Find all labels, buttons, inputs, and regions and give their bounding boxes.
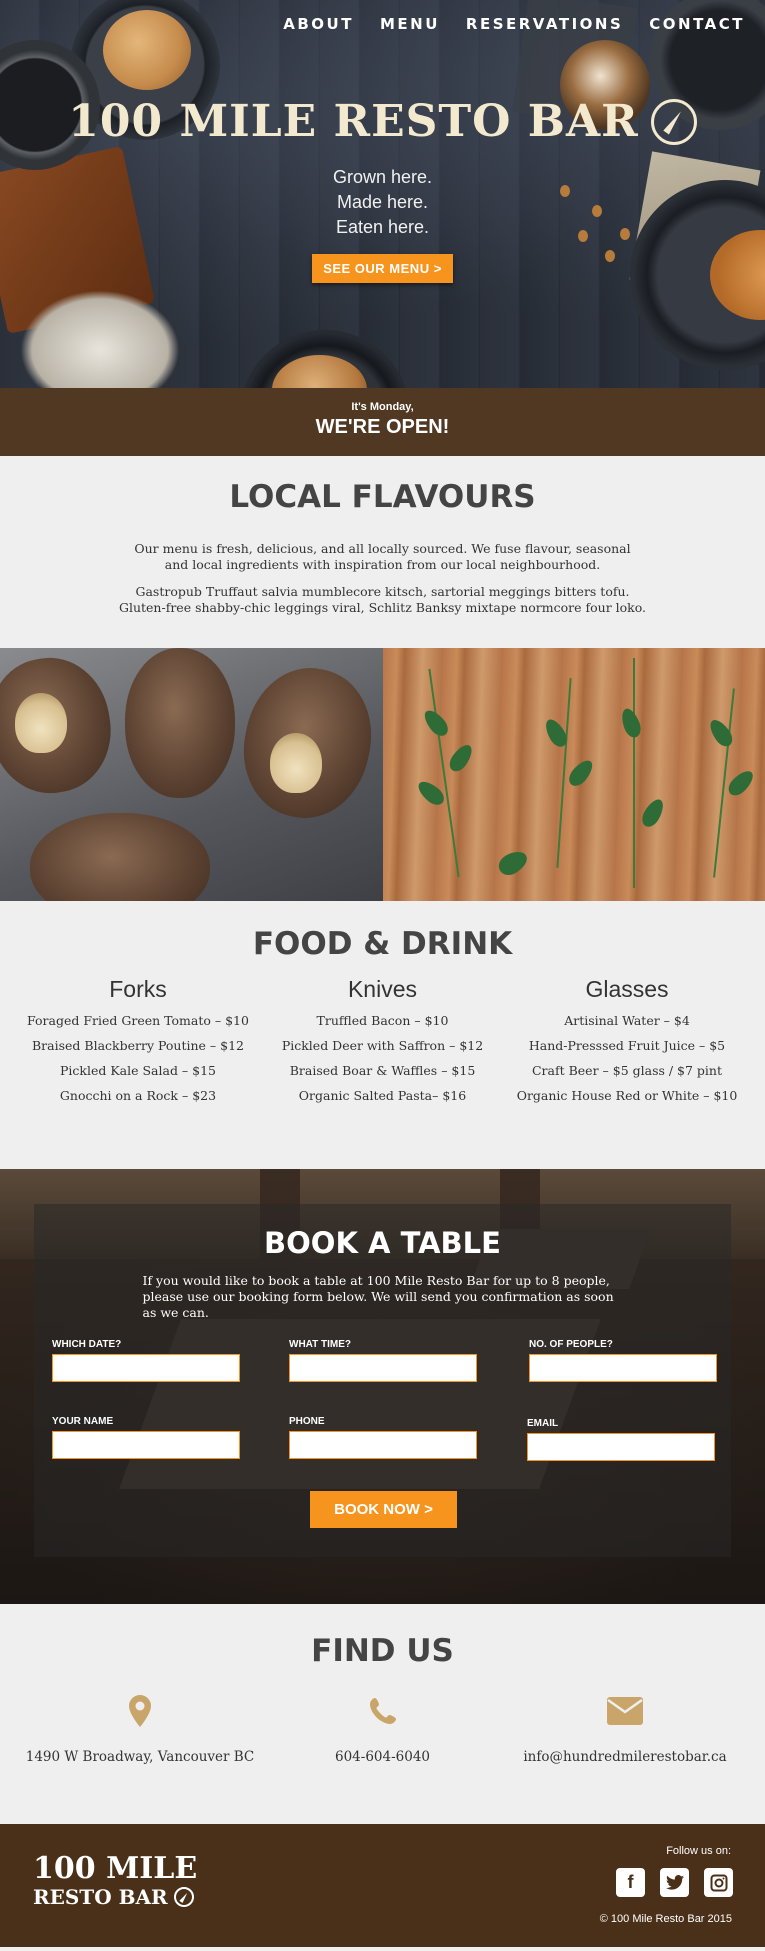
menu-item: Truffled Bacon – $10: [316, 1013, 449, 1028]
compass-icon: [650, 98, 697, 145]
phone-icon: [263, 1691, 503, 1731]
address-column: 1490 W Broadway, Vancouver BC: [20, 1691, 260, 1766]
date-input[interactable]: [52, 1354, 240, 1382]
time-input[interactable]: [289, 1354, 477, 1382]
footer-logo: 100 MILE RESTO BAR: [33, 1854, 197, 1910]
open-status-bar: It's Monday, WE'RE OPEN!: [0, 388, 765, 456]
date-field-group: WHICH DATE?: [52, 1339, 240, 1382]
nav-about[interactable]: ABOUT: [283, 15, 354, 33]
book-table-section: BOOK A TABLE If you would like to book a…: [0, 1169, 765, 1604]
address-text: 1490 W Broadway, Vancouver BC: [25, 1749, 255, 1765]
contact-columns: 1490 W Broadway, Vancouver BC 604-604-60…: [0, 1691, 765, 1766]
map-pin-icon: [20, 1691, 260, 1731]
open-status-text: WE'RE OPEN!: [315, 416, 450, 438]
main-nav: ABOUT MENU RESERVATIONS CONTACT: [283, 15, 745, 33]
menu-item: Braised Boar & Waffles – $15: [289, 1063, 476, 1078]
find-us-section: FIND US 1490 W Broadway, Vancouver BC 60…: [0, 1604, 765, 1824]
menu-item: Craft Beer – $5 glass / $7 pint: [531, 1063, 723, 1078]
menu-item: Gnocchi on a Rock – $23: [59, 1088, 217, 1103]
facebook-icon[interactable]: f: [616, 1868, 645, 1897]
menu-columns: Forks Foraged Fried Green Tomato – $10 B…: [0, 976, 765, 1113]
tagline-line: Made here.: [336, 192, 429, 212]
menu-item: Foraged Fried Green Tomato – $10: [27, 1013, 249, 1028]
time-label: WHAT TIME?: [289, 1339, 352, 1350]
phone-field-group: PHONE: [289, 1416, 477, 1459]
nav-reservations[interactable]: RESERVATIONS: [466, 15, 623, 33]
instagram-icon[interactable]: [704, 1868, 733, 1897]
nav-menu[interactable]: MENU: [380, 15, 440, 33]
book-description: If you would like to book a table at 100…: [142, 1273, 614, 1320]
name-input[interactable]: [52, 1431, 240, 1459]
menu-column-heading: Forks: [109, 976, 167, 1002]
find-title: FIND US: [311, 1633, 454, 1669]
people-field-group: NO. OF PEOPLE?: [529, 1339, 717, 1382]
menu-item: Pickled Kale Salad – $15: [59, 1063, 217, 1078]
local-flavours-section: LOCAL FLAVOURS Our menu is fresh, delici…: [0, 456, 765, 648]
flavours-intro: Our menu is fresh, delicious, and all lo…: [134, 541, 631, 572]
email-field-group: EMAIL: [527, 1418, 715, 1461]
menu-column-heading: Knives: [347, 976, 418, 1002]
bread-photo: [0, 648, 383, 901]
book-header: BOOK A TABLE If you would like to book a…: [0, 1226, 765, 1321]
footer: 100 MILE RESTO BAR Follow us on: f © 100…: [0, 1824, 765, 1947]
name-field-group: YOUR NAME: [52, 1416, 240, 1459]
hero-logo: 100 MILE RESTO BAR: [0, 96, 765, 147]
phone-text[interactable]: 604-604-6040: [263, 1748, 503, 1766]
twitter-icon[interactable]: [660, 1868, 689, 1897]
hero-tagline: Grown here. Made here. Eaten here.: [0, 165, 765, 240]
hero-section: ABOUT MENU RESERVATIONS CONTACT 100 MILE…: [0, 0, 765, 388]
footer-logo-line2: RESTO BAR: [33, 1884, 197, 1910]
menu-item: Hand-Presssed Fruit Juice – $5: [528, 1038, 726, 1053]
menu-item: Organic Salted Pasta– $16: [298, 1088, 467, 1103]
menu-item: Organic House Red or White – $10: [516, 1088, 738, 1103]
hero-content: 100 MILE RESTO BAR Grown here. Made here…: [0, 96, 765, 283]
follow-label: Follow us on:: [666, 1845, 731, 1857]
photo-strip: [0, 648, 765, 901]
date-label: WHICH DATE?: [52, 1339, 122, 1350]
tagline-line: Grown here.: [332, 167, 433, 187]
phone-label: PHONE: [289, 1416, 325, 1427]
tagline-line: Eaten here.: [335, 217, 430, 237]
open-day-text: It's Monday,: [351, 401, 414, 413]
phone-column: 604-604-6040: [263, 1691, 503, 1766]
book-title: BOOK A TABLE: [264, 1226, 501, 1260]
social-links: f: [616, 1868, 733, 1897]
herbs-photo: [383, 648, 765, 901]
footer-logo-line1: 100 MILE: [33, 1851, 198, 1886]
email-label: EMAIL: [527, 1418, 559, 1429]
see-menu-button[interactable]: SEE OUR MENU >: [312, 254, 453, 283]
flavours-title: LOCAL FLAVOURS: [229, 479, 536, 515]
email-input[interactable]: [527, 1433, 715, 1461]
menu-column-heading: Glasses: [585, 976, 669, 1002]
people-label: NO. OF PEOPLE?: [529, 1339, 613, 1350]
cookie-image: [103, 10, 191, 90]
food-title: FOOD & DRINK: [252, 926, 513, 962]
menu-item: Braised Blackberry Poutine – $12: [32, 1038, 244, 1053]
people-input[interactable]: [529, 1354, 717, 1382]
menu-item: Pickled Deer with Saffron – $12: [281, 1038, 484, 1053]
envelope-icon: [505, 1691, 745, 1731]
menu-column-forks: Forks Foraged Fried Green Tomato – $10 B…: [18, 976, 258, 1113]
email-text[interactable]: info@hundredmilerestobar.ca: [505, 1748, 745, 1766]
food-drink-section: FOOD & DRINK Forks Foraged Fried Green T…: [0, 901, 765, 1169]
flavours-filler: Gastropub Truffaut salvia mumblecore kit…: [118, 584, 647, 615]
compass-icon: [173, 1887, 194, 1907]
menu-item: Artisinal Water – $4: [564, 1013, 690, 1028]
name-label: YOUR NAME: [52, 1416, 114, 1427]
email-column: info@hundredmilerestobar.ca: [505, 1691, 745, 1766]
nav-contact[interactable]: CONTACT: [649, 15, 745, 33]
copyright-text: © 100 Mile Resto Bar 2015: [599, 1913, 732, 1925]
menu-column-knives: Knives Truffled Bacon – $10 Pickled Deer…: [263, 976, 503, 1113]
time-field-group: WHAT TIME?: [289, 1339, 477, 1382]
menu-column-glasses: Glasses Artisinal Water – $4 Hand-Presss…: [507, 976, 747, 1113]
book-now-button[interactable]: BOOK NOW >: [310, 1491, 457, 1528]
hero-title: 100 MILE RESTO BAR: [68, 96, 639, 147]
phone-input[interactable]: [289, 1431, 477, 1459]
footer-logo-line2-text: RESTO BAR: [33, 1885, 168, 1909]
